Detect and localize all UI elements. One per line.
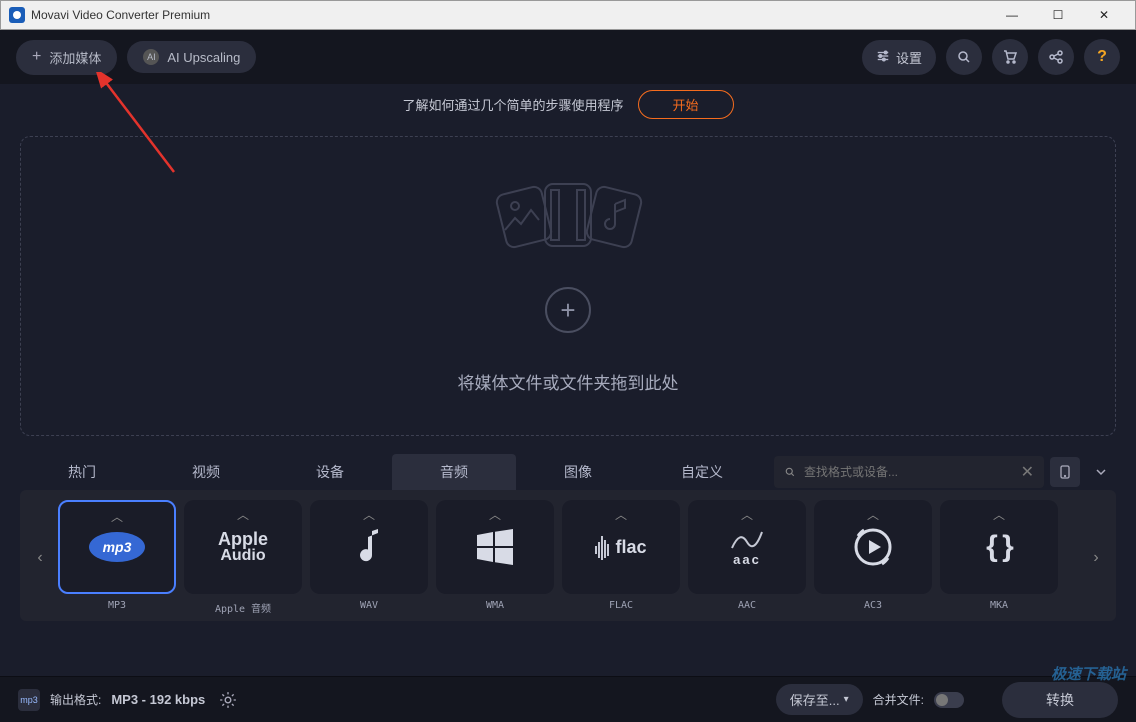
ai-upscaling-button[interactable]: AI AI Upscaling xyxy=(127,41,256,73)
format-item-wav[interactable]: ︿ xyxy=(310,500,428,594)
plus-icon: + xyxy=(32,48,41,66)
format-label: MP3 xyxy=(108,600,126,611)
chevron-up-icon: ︿ xyxy=(237,506,249,523)
carousel-next-button[interactable]: › xyxy=(1084,506,1108,610)
format-item-wma[interactable]: ︿ xyxy=(436,500,554,594)
add-media-circle-button[interactable]: + xyxy=(545,287,591,333)
start-tutorial-button[interactable]: 开始 xyxy=(638,90,734,119)
tab-popular[interactable]: 热门 xyxy=(20,454,144,490)
format-carousel: ‹ ︿ mp3 MP3 ︿ AppleAudio Apple 音 xyxy=(20,490,1116,621)
collapse-panel-button[interactable] xyxy=(1086,457,1116,487)
format-label: MKA xyxy=(990,600,1008,611)
format-tabs-row: 热门 视频 设备 音频 图像 自定义 ✕ xyxy=(20,448,1116,490)
clear-search-icon[interactable]: ✕ xyxy=(1021,462,1034,482)
format-search-box[interactable]: ✕ xyxy=(774,456,1044,488)
settings-button[interactable]: 设置 xyxy=(862,40,936,75)
add-media-button[interactable]: + 添加媒体 xyxy=(16,40,117,75)
chevron-up-icon: ︿ xyxy=(615,506,627,523)
chevron-up-icon: ︿ xyxy=(111,508,123,525)
chevron-up-icon: ︿ xyxy=(489,506,501,523)
convert-button[interactable]: 转换 xyxy=(1002,682,1118,718)
ai-upscaling-label: AI Upscaling xyxy=(167,50,240,65)
sliders-icon xyxy=(876,49,890,66)
output-settings-button[interactable] xyxy=(215,687,241,713)
format-label: FLAC xyxy=(609,600,633,611)
tab-audio[interactable]: 音频 xyxy=(392,454,516,490)
merge-files-toggle[interactable] xyxy=(934,692,964,708)
tab-devices[interactable]: 设备 xyxy=(268,454,392,490)
aac-icon: aac xyxy=(728,517,766,577)
app-icon xyxy=(9,7,25,23)
ai-icon: AI xyxy=(143,49,159,65)
chevron-up-icon: ︿ xyxy=(867,506,879,523)
chevron-up-icon: ︿ xyxy=(993,506,1005,523)
mka-braces-icon: { } xyxy=(986,517,1012,577)
top-toolbar: + 添加媒体 AI AI Upscaling 设置 ? xyxy=(0,30,1136,84)
format-list: ︿ mp3 MP3 ︿ AppleAudio Apple 音频 xyxy=(58,500,1078,615)
wav-note-icon xyxy=(354,517,384,577)
chevron-up-icon: ︿ xyxy=(363,506,375,523)
flac-icon: flac xyxy=(595,517,646,577)
format-item-aac[interactable]: ︿ aac xyxy=(688,500,806,594)
format-item-ac3[interactable]: ︿ xyxy=(814,500,932,594)
format-label: WAV xyxy=(360,600,378,611)
plus-icon: + xyxy=(560,295,575,326)
promo-bar: 了解如何通过几个简单的步骤使用程序 开始 xyxy=(0,84,1136,124)
format-item-apple-audio[interactable]: ︿ AppleAudio xyxy=(184,500,302,594)
window-title: Movavi Video Converter Premium xyxy=(31,8,989,22)
format-search-input[interactable] xyxy=(804,465,1013,479)
add-media-label: 添加媒体 xyxy=(49,48,101,67)
tab-video[interactable]: 视频 xyxy=(144,454,268,490)
svg-text:mp3: mp3 xyxy=(103,539,132,555)
tab-custom[interactable]: 自定义 xyxy=(640,454,764,490)
output-format-value: MP3 - 192 kbps xyxy=(111,692,205,707)
help-button[interactable]: ? xyxy=(1084,39,1120,75)
titlebar: Movavi Video Converter Premium — ☐ ✕ xyxy=(0,0,1136,30)
format-label: WMA xyxy=(486,600,504,611)
media-dropzone[interactable]: + 将媒体文件或文件夹拖到此处 xyxy=(20,136,1116,436)
save-to-button[interactable]: 保存至... ▾ xyxy=(776,684,863,715)
search-button[interactable] xyxy=(946,39,982,75)
merge-files-label: 合并文件: xyxy=(873,691,924,708)
promo-text: 了解如何通过几个简单的步骤使用程序 xyxy=(402,95,623,114)
windows-icon xyxy=(475,517,515,577)
format-label: Apple 音频 xyxy=(215,600,271,615)
dropzone-label: 将媒体文件或文件夹拖到此处 xyxy=(458,369,679,394)
maximize-button[interactable]: ☐ xyxy=(1035,0,1081,30)
format-item-mka[interactable]: ︿ { } xyxy=(940,500,1058,594)
chevron-down-icon: ▾ xyxy=(844,694,849,705)
share-button[interactable] xyxy=(1038,39,1074,75)
format-item-mp3[interactable]: ︿ mp3 xyxy=(58,500,176,594)
settings-label: 设置 xyxy=(896,48,922,67)
format-label: AC3 xyxy=(864,600,882,611)
apple-audio-icon: AppleAudio xyxy=(218,517,268,577)
output-format-icon: mp3 xyxy=(18,689,40,711)
cart-button[interactable] xyxy=(992,39,1028,75)
format-label: AAC xyxy=(738,600,756,611)
detect-device-button[interactable] xyxy=(1050,457,1080,487)
bottom-bar: mp3 输出格式: MP3 - 192 kbps 保存至... ▾ 合并文件: … xyxy=(0,676,1136,722)
output-format-label: 输出格式: xyxy=(50,691,101,708)
ac3-play-icon xyxy=(852,517,894,577)
save-to-label: 保存至... xyxy=(790,690,840,709)
close-button[interactable]: ✕ xyxy=(1081,0,1127,30)
search-icon xyxy=(784,466,796,478)
media-illustration-icon xyxy=(483,178,653,261)
format-item-flac[interactable]: ︿ flac xyxy=(562,500,680,594)
minimize-button[interactable]: — xyxy=(989,0,1035,30)
carousel-prev-button[interactable]: ‹ xyxy=(28,506,52,610)
tab-image[interactable]: 图像 xyxy=(516,454,640,490)
mp3-icon: mp3 xyxy=(85,517,149,577)
chevron-up-icon: ︿ xyxy=(741,506,753,523)
